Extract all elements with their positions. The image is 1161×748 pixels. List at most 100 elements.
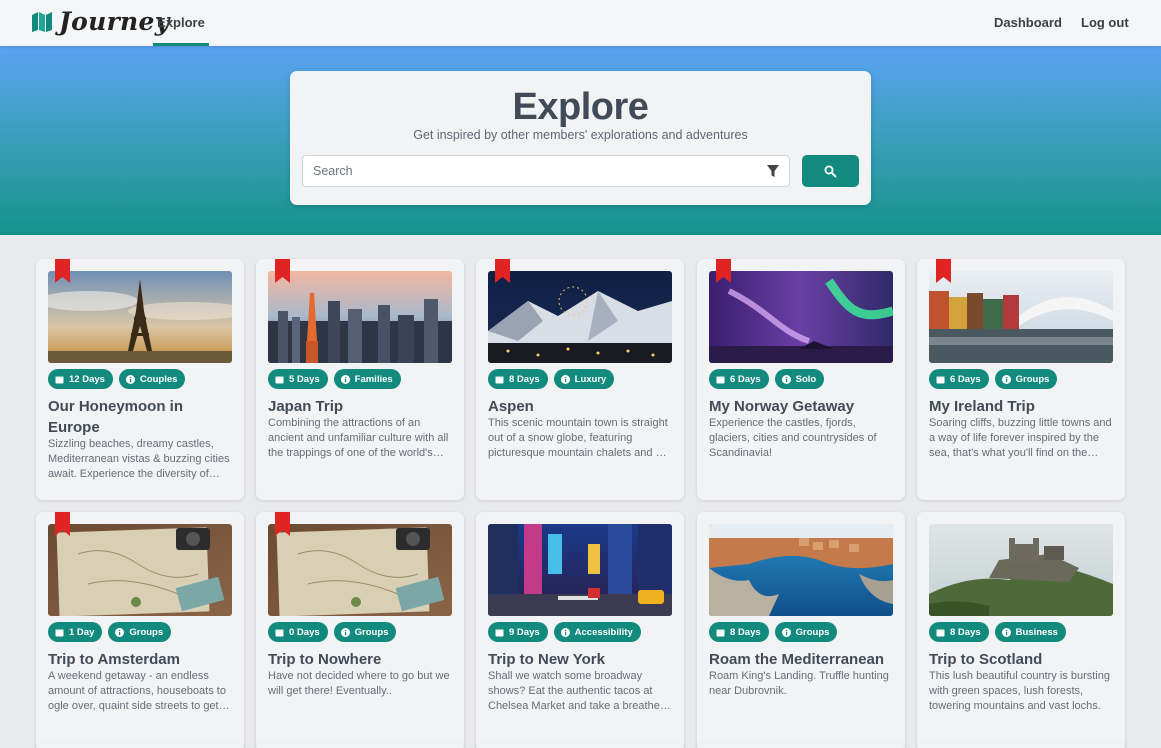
info-icon — [340, 374, 350, 384]
card-title[interactable]: Japan Trip — [268, 396, 452, 417]
search-icon — [824, 165, 837, 178]
trip-card[interactable]: 9 Days Accessibility Trip to New York Sh… — [476, 512, 684, 748]
search-input[interactable] — [303, 156, 743, 186]
trip-card[interactable] — [36, 743, 244, 748]
search-panel: Explore Get inspired by other members' e… — [290, 71, 871, 205]
trip-card[interactable] — [256, 743, 464, 748]
info-icon — [125, 374, 135, 384]
category-badge: Business — [994, 622, 1066, 642]
card-description: Experience the castles, fjords, glaciers… — [709, 417, 877, 459]
trip-image — [268, 524, 452, 616]
info-icon — [781, 374, 791, 384]
duration-badge: 5 Days — [268, 369, 328, 389]
card-title[interactable]: Roam the Mediterranean — [709, 649, 893, 670]
bookmark-icon[interactable] — [55, 512, 70, 536]
trip-card[interactable]: 8 Days Business Trip to Scotland This lu… — [917, 512, 1125, 748]
calendar-icon — [716, 629, 725, 636]
trip-card[interactable]: 6 Days Solo My Norway Getaway Experience… — [697, 259, 905, 500]
page-title: Explore — [512, 86, 649, 128]
category-badge: Accessibility — [553, 622, 641, 642]
category-badge: Solo — [774, 369, 825, 389]
card-title[interactable]: Trip to Nowhere — [268, 649, 452, 670]
duration-badge: 6 Days — [709, 369, 769, 389]
card-description: Roam King's Landing. Truffle hunting nea… — [709, 670, 889, 697]
journey-logo-icon — [32, 12, 52, 32]
calendar-icon — [936, 629, 945, 636]
category-badge: Luxury — [553, 369, 615, 389]
bookmark-icon[interactable] — [716, 259, 731, 283]
calendar-icon — [716, 376, 725, 383]
calendar-icon — [495, 376, 504, 383]
card-description: Sizzling beaches, dreamy castles, Medite… — [48, 438, 230, 480]
card-title[interactable]: Aspen — [488, 396, 672, 417]
category-badge: Groups — [333, 622, 397, 642]
card-title[interactable]: Trip to New York — [488, 649, 672, 670]
search-box — [302, 155, 790, 187]
trip-card[interactable]: 1 Day Groups Trip to Amsterdam A weekend… — [36, 512, 244, 748]
search-button[interactable] — [802, 155, 859, 187]
card-title[interactable]: Our Honeymoon in Europe — [48, 396, 232, 438]
card-description: Have not decided where to go but we will… — [268, 670, 450, 697]
trip-card[interactable] — [917, 743, 1125, 748]
nav-link-logout[interactable]: Log out — [1081, 0, 1129, 46]
card-description: Shall we watch some broadway shows? Eat … — [488, 670, 664, 712]
duration-badge: 8 Days — [929, 622, 989, 642]
category-badge: Groups — [994, 369, 1058, 389]
calendar-icon — [275, 629, 284, 636]
trip-image — [709, 271, 893, 363]
info-icon — [781, 627, 791, 637]
category-badge: Couples — [118, 369, 186, 389]
trip-image — [929, 524, 1113, 616]
category-badge: Groups — [108, 622, 172, 642]
card-title[interactable]: Trip to Scotland — [929, 649, 1113, 670]
bookmark-icon[interactable] — [275, 512, 290, 536]
bookmark-icon[interactable] — [495, 259, 510, 283]
hero-banner: Explore Get inspired by other members' e… — [0, 46, 1161, 235]
card-description: Combining the attractions of an ancient … — [268, 417, 449, 459]
calendar-icon — [55, 376, 64, 383]
bookmark-icon[interactable] — [936, 259, 951, 283]
calendar-icon — [275, 376, 284, 383]
trip-card[interactable]: 0 Days Groups Trip to Nowhere Have not d… — [256, 512, 464, 748]
info-icon — [1001, 374, 1011, 384]
duration-badge: 12 Days — [48, 369, 113, 389]
card-description: This scenic mountain town is straight ou… — [488, 417, 669, 459]
trip-card[interactable]: 8 Days Luxury Aspen This scenic mountain… — [476, 259, 684, 500]
trip-card[interactable]: 5 Days Families Japan Trip Combining the… — [256, 259, 464, 500]
category-badge: Groups — [774, 622, 838, 642]
bookmark-icon[interactable] — [275, 259, 290, 283]
info-icon — [115, 627, 125, 637]
trip-image — [929, 271, 1113, 363]
trip-card[interactable]: 12 Days Couples Our Honeymoon in Europe … — [36, 259, 244, 500]
info-icon — [560, 627, 570, 637]
bookmark-icon[interactable] — [55, 259, 70, 283]
category-badge: Families — [333, 369, 401, 389]
duration-badge: 9 Days — [488, 622, 548, 642]
card-title[interactable]: My Ireland Trip — [929, 396, 1113, 417]
card-title[interactable]: Trip to Amsterdam — [48, 649, 232, 670]
trip-card[interactable] — [697, 743, 905, 748]
card-description: This lush beautiful country is bursting … — [929, 670, 1110, 712]
logo[interactable]: Journey — [31, 9, 170, 35]
info-icon — [1001, 627, 1011, 637]
duration-badge: 0 Days — [268, 622, 328, 642]
top-navbar: Journey Explore Dashboard Log out — [0, 0, 1161, 46]
card-description: Soaring cliffs, buzzing little towns and… — [929, 417, 1112, 459]
trip-image — [488, 271, 672, 363]
trip-image — [48, 271, 232, 363]
trip-card[interactable]: 6 Days Groups My Ireland Trip Soaring cl… — [917, 259, 1125, 500]
duration-badge: 8 Days — [488, 369, 548, 389]
calendar-icon — [495, 629, 504, 636]
trip-image — [48, 524, 232, 616]
info-icon — [560, 374, 570, 384]
trip-card[interactable]: 8 Days Groups Roam the Mediterranean Roa… — [697, 512, 905, 748]
filter-icon[interactable] — [767, 165, 779, 178]
card-description: A weekend getaway - an endless amount of… — [48, 670, 226, 712]
trip-card[interactable] — [476, 743, 684, 748]
trip-image — [709, 524, 893, 616]
page-subtitle: Get inspired by other members' explorati… — [413, 128, 748, 142]
nav-tab-explore[interactable]: Explore — [153, 0, 209, 46]
nav-link-dashboard[interactable]: Dashboard — [994, 0, 1062, 46]
duration-badge: 8 Days — [709, 622, 769, 642]
card-title[interactable]: My Norway Getaway — [709, 396, 893, 417]
